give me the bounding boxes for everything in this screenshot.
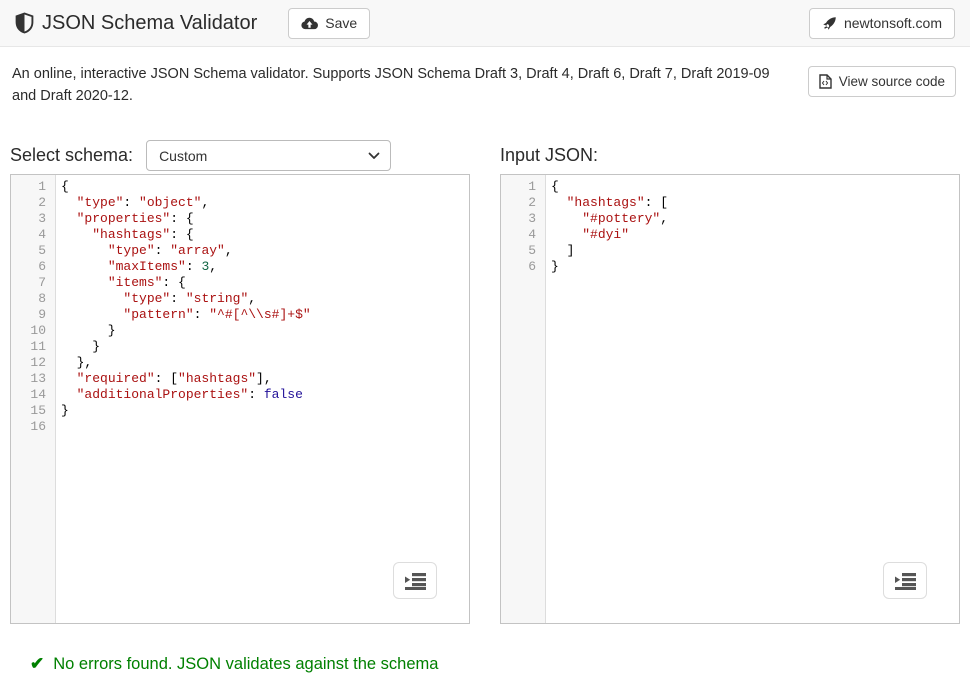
cloud-upload-icon: [301, 17, 318, 30]
schema-editor: 12345678910111213141516 { "type": "objec…: [10, 174, 470, 624]
chevron-down-icon: [368, 152, 380, 160]
intro-row: An online, interactive JSON Schema valid…: [0, 47, 970, 107]
save-button-label: Save: [325, 15, 357, 31]
schema-select[interactable]: Custom: [146, 140, 391, 171]
indent-icon: [895, 572, 916, 590]
schema-column: Select schema: Custom 123456789101112131…: [10, 137, 470, 624]
save-button[interactable]: Save: [288, 8, 370, 39]
validation-status: ✔ No errors found. JSON validates agains…: [30, 654, 970, 674]
newtonsoft-link-button[interactable]: newtonsoft.com: [809, 8, 955, 39]
select-schema-label: Select schema:: [10, 145, 133, 166]
json-column: Input JSON: 123456 { "hashtags": [ "#pot…: [500, 137, 960, 624]
status-message: No errors found. JSON validates against …: [53, 655, 438, 674]
json-line-numbers: 123456: [501, 175, 546, 623]
schema-code-area[interactable]: { "type": "object", "properties": { "has…: [56, 175, 469, 623]
check-icon: ✔: [30, 654, 44, 674]
format-json-button[interactable]: [883, 562, 927, 599]
main-columns: Select schema: Custom 123456789101112131…: [0, 137, 970, 624]
view-source-label: View source code: [839, 74, 945, 89]
shield-icon: [15, 12, 34, 34]
header-navbar: JSON Schema Validator Save newtonsoft.co…: [0, 0, 970, 47]
schema-select-value: Custom: [159, 148, 368, 164]
indent-icon: [405, 572, 426, 590]
source-file-icon: [819, 74, 832, 89]
format-schema-button[interactable]: [393, 562, 437, 599]
app-description: An online, interactive JSON Schema valid…: [12, 63, 794, 107]
input-json-label: Input JSON:: [500, 145, 598, 166]
schema-line-numbers: 12345678910111213141516: [11, 175, 56, 623]
app-title: JSON Schema Validator: [42, 12, 257, 35]
json-code-area[interactable]: { "hashtags": [ "#pottery", "#dyi" ]}: [546, 175, 959, 623]
newtonsoft-link-label: newtonsoft.com: [844, 15, 942, 31]
view-source-button[interactable]: View source code: [808, 66, 956, 97]
json-editor: 123456 { "hashtags": [ "#pottery", "#dyi…: [500, 174, 960, 624]
brand: JSON Schema Validator: [15, 12, 257, 35]
rocket-icon: [822, 16, 837, 31]
